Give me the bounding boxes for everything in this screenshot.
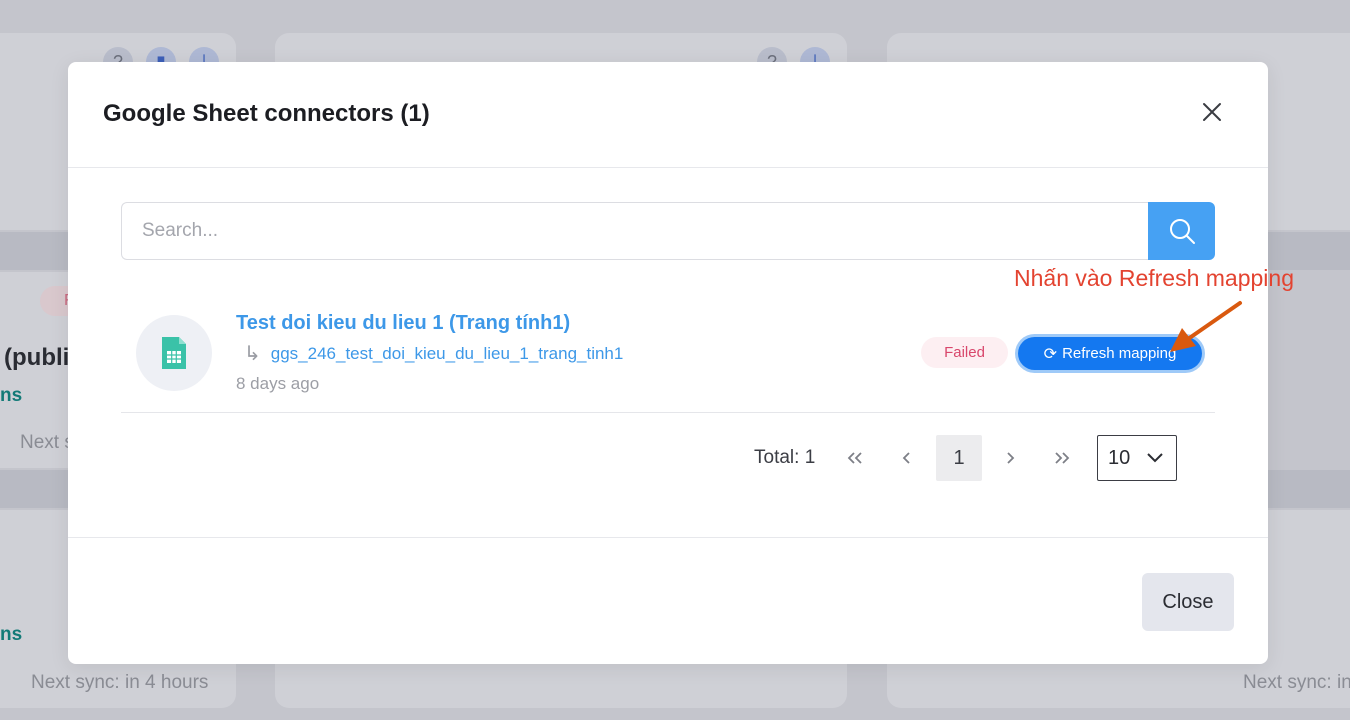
prev-page-button[interactable]	[884, 435, 930, 481]
double-chevron-left-icon	[847, 452, 862, 464]
page-size-value: 10	[1108, 446, 1131, 469]
close-icon[interactable]	[1200, 100, 1224, 124]
connector-table: ↳ ggs_246_test_doi_kieu_du_lieu_1_trang_…	[244, 341, 623, 366]
connector-updated-time: 8 days ago	[236, 374, 320, 393]
chevron-left-icon	[902, 452, 910, 464]
search-button[interactable]	[1148, 202, 1215, 260]
google-sheet-icon	[136, 315, 212, 391]
page-1-button[interactable]: 1	[936, 435, 982, 481]
annotation-text: Nhấn vào Refresh mapping	[1014, 265, 1294, 291]
next-page-button[interactable]	[987, 435, 1033, 481]
bg-next-sync: Next sync: in 4 hours	[31, 672, 209, 693]
bg-next-sync: Next s	[20, 432, 74, 453]
last-page-button[interactable]	[1039, 435, 1085, 481]
bg-card-link: ns	[0, 624, 23, 645]
modal-header: Google Sheet connectors (1)	[68, 62, 1268, 168]
connector-list-item: Test doi kieu du lieu 1 (Trang tính1) ↳ …	[121, 292, 1215, 413]
chevron-right-icon	[1007, 452, 1015, 464]
bg-card-link: ns	[0, 385, 23, 406]
bg-card-title: (publi	[4, 344, 70, 371]
modal-title: Google Sheet connectors (1)	[103, 100, 430, 127]
page-size-select[interactable]: 10	[1097, 435, 1177, 481]
status-badge: Failed	[921, 337, 1008, 368]
table-name-link[interactable]: ggs_246_test_doi_kieu_du_lieu_1_trang_ti…	[271, 344, 624, 364]
search-bar	[121, 202, 1215, 260]
double-chevron-right-icon	[1055, 452, 1070, 464]
total-label: Total: 1	[754, 447, 816, 468]
chevron-down-icon	[1147, 453, 1163, 463]
annotation-arrow-icon	[1170, 301, 1242, 352]
refresh-icon: ⟳	[1043, 345, 1058, 363]
connector-name-link[interactable]: Test doi kieu du lieu 1 (Trang tính1)	[236, 312, 570, 335]
bg-next-sync: Next sync: in	[1243, 672, 1350, 693]
modal-footer: Close	[68, 537, 1268, 664]
connectors-modal: Google Sheet connectors (1) Test doi kie…	[68, 62, 1268, 664]
first-page-button[interactable]	[832, 435, 878, 481]
subdirectory-arrow-icon: ↳	[244, 343, 261, 365]
close-button[interactable]: Close	[1142, 573, 1234, 631]
search-input[interactable]	[121, 202, 1148, 260]
search-icon	[1169, 219, 1195, 244]
pagination: Total: 1 1 10	[68, 435, 1268, 481]
